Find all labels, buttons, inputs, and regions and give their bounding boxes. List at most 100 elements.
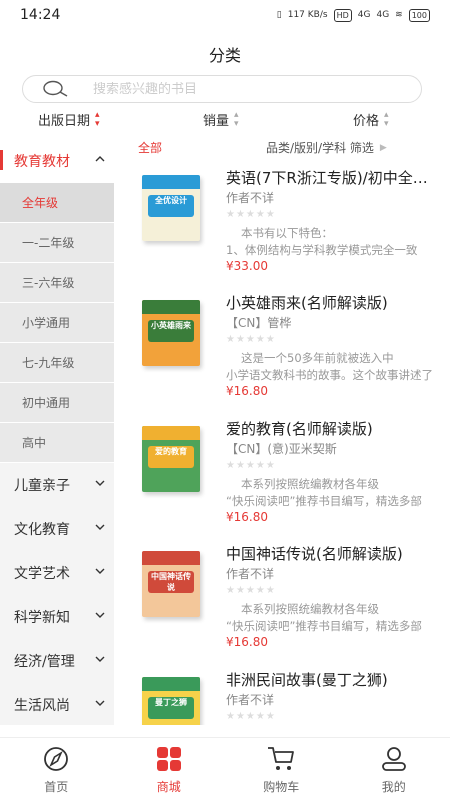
book-description: 这是一个50多年前就被选入中 小学语文教科书的故事。这个故事讲述了 <box>226 350 436 384</box>
filter-button[interactable]: 品类/版别/学科 筛选 ▶ <box>266 139 387 156</box>
sidebar-item-culture[interactable]: 文化教育 <box>0 507 114 551</box>
sort-bar: 出版日期 ▴ ▾ 销量 ▴ ▾ 价格 ▴ ▾ <box>0 110 450 130</box>
wifi-icon: ≋ <box>395 10 403 20</box>
sort-arrows-icon: ▴ ▾ <box>384 109 389 129</box>
sidebar-item-label: 经济/管理 <box>14 654 75 670</box>
compass-icon <box>44 747 69 771</box>
cover-band <box>142 551 200 565</box>
book-title: 中国神话传说(名师解读版) <box>226 545 403 563</box>
book-item[interactable]: 爱的教育 爱的教育(名师解读版) 【CN】(意)亚米契斯 ★★★★★ 本系列按照… <box>114 418 450 544</box>
tab-mall[interactable]: 商城 <box>113 738 226 800</box>
vibrate-icon: ▯ <box>276 10 282 20</box>
sidebar-item-label: 儿童亲子 <box>14 478 70 494</box>
cart-icon <box>268 747 295 770</box>
category-sidebar: 教育教材 全年级 一-二年级 三-六年级 小学通用 七-九年级 初中通用 高中 … <box>0 139 114 725</box>
sidebar-item-economy[interactable]: 经济/管理 <box>0 639 114 683</box>
status-time: 14:24 <box>20 7 61 23</box>
cover-band <box>142 175 200 189</box>
sidebar-item-education[interactable]: 教育教材 <box>0 139 114 183</box>
book-title: 非洲民间故事(曼丁之狮) <box>226 671 388 689</box>
sort-sales[interactable]: 销量 ▴ ▾ <box>203 110 239 129</box>
desc-line: 本系列按照统编教材各年级 <box>241 602 379 616</box>
tab-label: 购物车 <box>263 780 300 794</box>
book-author: 作者不详 <box>226 567 275 581</box>
book-cover: 全优设计 <box>142 175 200 241</box>
cover-band <box>142 426 200 440</box>
sort-label: 价格 <box>353 114 380 129</box>
cover-title: 爱的教育 <box>148 446 194 468</box>
page-title: 分类 <box>208 46 241 65</box>
book-item[interactable]: 小英雄雨来 小英雄雨来(名师解读版) 【CN】管桦 ★★★★★ 这是一个50多年… <box>114 292 450 418</box>
grid-icon <box>156 747 181 771</box>
sort-price[interactable]: 价格 ▴ ▾ <box>353 110 389 129</box>
sort-label: 出版日期 <box>38 114 91 129</box>
book-cover: 中国神话传说 <box>142 551 200 617</box>
chevron-down-icon <box>95 700 105 706</box>
chevron-down-icon <box>95 480 105 486</box>
desc-line: 小学语文教科书的故事。这个故事讲述了 <box>226 368 433 382</box>
signal-icon-2: 4G <box>376 10 390 20</box>
sort-publish-date[interactable]: 出版日期 ▴ ▾ <box>38 110 100 129</box>
book-item[interactable]: 曼丁之狮 非洲民间故事(曼丁之狮) 作者不详 ★★★★★ <box>114 669 450 725</box>
search-input[interactable] <box>93 81 373 97</box>
chevron-down-icon <box>95 612 105 618</box>
book-author: 作者不详 <box>226 191 275 205</box>
rating-stars: ★★★★★ <box>226 460 276 471</box>
book-author: 作者不详 <box>226 693 275 707</box>
chevron-down-icon <box>95 568 105 574</box>
tab-label: 商城 <box>156 780 181 794</box>
cover-band <box>142 677 200 691</box>
book-item[interactable]: 全优设计 英语(7下R浙江专版)/初中全优设计 作者不详 ★★★★★ 本书有以下… <box>114 167 450 293</box>
subcategory-item[interactable]: 七-九年级 <box>0 343 114 383</box>
book-price: ¥16.80 <box>226 635 268 649</box>
book-cover: 爱的教育 <box>142 426 200 492</box>
sort-arrows-icon: ▴ ▾ <box>234 109 239 129</box>
sort-label: 销量 <box>203 114 230 129</box>
filter-row: 全部 品类/版别/学科 筛选 ▶ <box>114 139 450 159</box>
rating-stars: ★★★★★ <box>226 585 276 596</box>
book-title: 英语(7下R浙江专版)/初中全优设计 <box>226 169 440 187</box>
chevron-up-icon <box>95 156 105 162</box>
sidebar-item-science[interactable]: 科学新知 <box>0 595 114 639</box>
chevron-down-icon <box>95 524 105 530</box>
subcategory-item[interactable]: 三-六年级 <box>0 263 114 303</box>
chevron-down-icon <box>95 656 105 662</box>
sidebar-item-literature[interactable]: 文学艺术 <box>0 551 114 595</box>
bottom-tab-bar: 首页 商城 购物车 我的 <box>0 737 450 800</box>
sidebar-item-label: 生活风尚 <box>14 698 70 714</box>
sidebar-item-label: 文学艺术 <box>14 566 70 582</box>
battery-icon: 100 <box>408 8 430 22</box>
rating-stars: ★★★★★ <box>226 209 276 220</box>
desc-line: 1、体例结构与学科教学模式完全一致 <box>226 243 418 257</box>
subcategory-item[interactable]: 初中通用 <box>0 383 114 423</box>
subcategory-item[interactable]: 一-二年级 <box>0 223 114 263</box>
subcategory-item[interactable]: 高中 <box>0 423 114 463</box>
book-price: ¥33.00 <box>226 259 268 273</box>
desc-line: “快乐阅读吧”推荐书目编写，精选多部 <box>226 619 422 633</box>
book-author: 【CN】(意)亚米契斯 <box>226 442 337 456</box>
book-description: 本系列按照统编教材各年级 “快乐阅读吧”推荐书目编写，精选多部 <box>226 476 436 510</box>
filter-label: 品类/版别/学科 筛选 <box>266 141 374 155</box>
tab-mine[interactable]: 我的 <box>338 738 450 800</box>
tab-cart[interactable]: 购物车 <box>225 738 338 800</box>
subcategory-item[interactable]: 小学通用 <box>0 303 114 343</box>
sort-arrows-icon: ▴ ▾ <box>95 109 100 129</box>
tab-home[interactable]: 首页 <box>0 738 113 800</box>
cover-title: 全优设计 <box>148 195 194 217</box>
sidebar-item-children[interactable]: 儿童亲子 <box>0 463 114 507</box>
sidebar-item-lifestyle[interactable]: 生活风尚 <box>0 683 114 727</box>
book-cover: 曼丁之狮 <box>142 677 200 725</box>
desc-line: 这是一个50多年前就被选入中 <box>241 351 394 365</box>
filter-all-button[interactable]: 全部 <box>138 139 162 156</box>
book-price: ¥16.80 <box>226 510 268 524</box>
book-cover: 小英雄雨来 <box>142 300 200 366</box>
book-title: 爱的教育(名师解读版) <box>226 420 373 438</box>
cover-band <box>142 300 200 314</box>
subcategory-item[interactable]: 全年级 <box>0 183 114 223</box>
cover-title: 曼丁之狮 <box>148 697 194 719</box>
search-bar[interactable] <box>22 75 422 103</box>
triangle-right-icon: ▶ <box>379 142 387 153</box>
book-item[interactable]: 中国神话传说 中国神话传说(名师解读版) 作者不详 ★★★★★ 本系列按照统编教… <box>114 543 450 669</box>
desc-line: 本系列按照统编教材各年级 <box>241 477 379 491</box>
book-description: 本书有以下特色： 1、体例结构与学科教学模式完全一致 <box>226 225 436 259</box>
